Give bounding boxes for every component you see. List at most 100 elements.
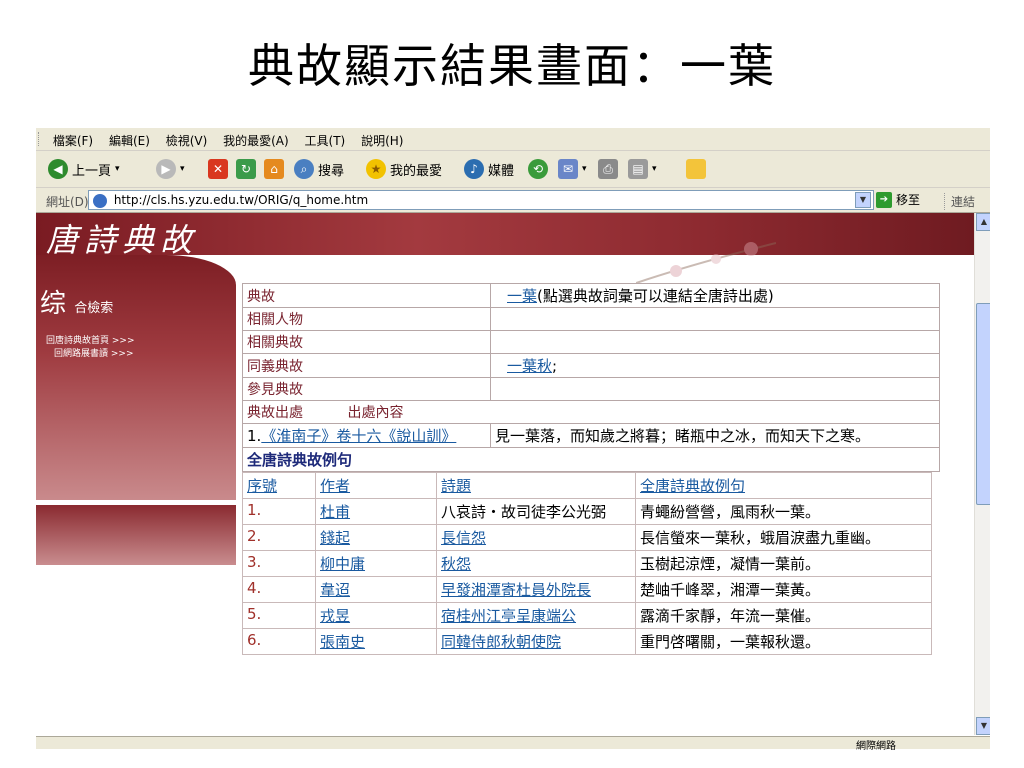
stop-icon: ✕ <box>208 159 228 179</box>
table-row: 3. 柳中庸 秋怨 玉樹起涼煙，凝情一葉前。 <box>242 550 932 577</box>
table-row: 6. 張南史 同韓侍郎秋朝使院 重門啓曙關，一葉報秋還。 <box>242 628 932 655</box>
cell-author-link[interactable]: 錢起 <box>320 529 350 547</box>
sidebar-item-home[interactable]: 回唐詩典故首頁 >>> <box>46 335 134 348</box>
cell-title-link[interactable]: 同韓侍郎秋朝使院 <box>441 633 561 651</box>
menu-favorites[interactable]: 我的最愛(A) <box>217 128 295 149</box>
folder-icon <box>686 159 706 179</box>
cell-author-link[interactable]: 韋迢 <box>320 581 350 599</box>
dianfu-link[interactable]: 一葉 <box>507 287 537 305</box>
forward-button[interactable]: ▶ ▾ <box>156 159 185 179</box>
label-synonym: 同義典故 <box>242 353 491 378</box>
mail-button[interactable]: ✉ ▾ <box>558 159 587 179</box>
site-banner: 唐詩典故 <box>36 213 990 259</box>
cell-line-text: 長信螢來一葉秋，蛾眉淚盡九重幽。 <box>640 529 881 547</box>
table-row: 典故 一葉(點選典故詞彙可以連結全唐詩出處) <box>242 283 940 308</box>
scroll-down-icon[interactable]: ▼ <box>976 717 990 735</box>
go-arrow-icon: ➔ <box>876 191 892 208</box>
print-button[interactable]: ⎙ <box>598 159 618 179</box>
chevron-down-icon: ▾ <box>652 164 657 174</box>
media-icon: ♪ <box>464 159 484 179</box>
table-header-row: 序號 作者 詩題 全唐詩典故例句 <box>242 472 932 499</box>
messenger-button[interactable] <box>686 159 706 179</box>
links-button[interactable]: 連結 <box>944 193 975 210</box>
main-content: 典故 一葉(點選典故詞彙可以連結全唐詩出處) 相關人物 相關典故 同義典故 一葉… <box>242 283 972 655</box>
favorites-button[interactable]: ★ 我的最愛 <box>366 159 442 179</box>
edit-page-icon: ▤ <box>628 159 648 179</box>
menu-file[interactable]: 檔案(F) <box>47 128 99 149</box>
cell-title: 長信怨 <box>436 524 636 551</box>
cell-author-link[interactable]: 戎昱 <box>320 607 350 625</box>
print-icon: ⎙ <box>598 159 618 179</box>
search-logo[interactable]: 综 合檢索 <box>40 283 113 320</box>
cell-index-text: 1. <box>247 501 262 519</box>
cell-index: 5. <box>242 602 316 629</box>
dianfu-note: (點選典故詞彙可以連結全唐詩出處) <box>537 287 774 305</box>
url-text: http://cls.hs.yzu.edu.tw/ORIG/q_home.htm <box>113 193 369 207</box>
star-icon: ★ <box>366 159 386 179</box>
cell-title-link[interactable]: 早發湘潭寄杜員外院長 <box>441 581 591 599</box>
source-header: 典故出處 出處內容 <box>242 400 940 424</box>
table-row: 相關典故 <box>242 330 940 354</box>
dianfu-value: 一葉(點選典故詞彙可以連結全唐詩出處) <box>490 283 940 308</box>
cell-author-link[interactable]: 柳中庸 <box>320 555 365 573</box>
sidebar: 综 合檢索 回唐詩典故首頁 >>> 回網路展書讀 >>> <box>36 255 236 735</box>
cell-index: 2. <box>242 524 316 551</box>
cell-index-text: 3. <box>247 553 262 571</box>
source-text: 見一葉落，而知歲之將暮；睹瓶中之冰，而知天下之寒。 <box>490 423 940 448</box>
cell-line-text: 重門啓曙關，一葉報秋還。 <box>640 633 821 651</box>
sidebar-item-reader[interactable]: 回網路展書讀 >>> <box>46 348 134 361</box>
toolbar: ◀ 上一頁 ▾ ▶ ▾ ✕ ↻ ⌂ ⌕ 搜尋 ★ 我的最愛 ♪ 媒體 ⟲ ✉ ▾… <box>36 151 990 188</box>
cell-title-link[interactable]: 秋怨 <box>441 555 471 573</box>
header-title: 詩題 <box>436 472 636 499</box>
cell-author: 柳中庸 <box>315 550 437 577</box>
scroll-thumb[interactable] <box>976 303 990 505</box>
sidebar-links: 回唐詩典故首頁 >>> 回網路展書讀 >>> <box>46 335 134 361</box>
cell-line: 青蠅紛營營，風雨秋一葉。 <box>635 498 932 525</box>
table-row: 典故出處 出處內容 <box>242 400 940 424</box>
edit-button[interactable]: ▤ ▾ <box>628 159 657 179</box>
menu-help[interactable]: 說明(H) <box>355 128 409 149</box>
go-button[interactable]: ➔ 移至 <box>876 191 920 208</box>
cell-title-link[interactable]: 長信怨 <box>441 529 486 547</box>
cell-line: 楚岫千峰翠，湘潭一葉黃。 <box>635 576 932 603</box>
browser-window: 檔案(F) 編輯(E) 檢視(V) 我的最愛(A) 工具(T) 說明(H) ◀ … <box>36 128 990 752</box>
refresh-icon: ↻ <box>236 159 256 179</box>
synonym-link[interactable]: 一葉秋 <box>507 357 552 375</box>
url-field[interactable]: http://cls.hs.yzu.edu.tw/ORIG/q_home.htm… <box>88 190 874 210</box>
cell-title: 秋怨 <box>436 550 636 577</box>
chevron-down-icon[interactable]: ▼ <box>855 192 871 208</box>
home-button[interactable]: ⌂ <box>264 159 284 179</box>
address-bar: 網址(D) http://cls.hs.yzu.edu.tw/ORIG/q_ho… <box>36 188 990 213</box>
media-button[interactable]: ♪ 媒體 <box>464 159 514 179</box>
cell-author-link[interactable]: 張南史 <box>320 633 365 651</box>
label-dianfu: 典故 <box>242 283 491 308</box>
history-button[interactable]: ⟲ <box>528 159 548 179</box>
label-see-also: 參見典故 <box>242 377 491 401</box>
table-row: 全唐詩典故例句 <box>242 447 940 472</box>
forward-arrow-icon: ▶ <box>156 159 176 179</box>
stop-button[interactable]: ✕ <box>208 159 228 179</box>
cell-title: 宿桂州江亭呈康端公 <box>436 602 636 629</box>
table-row: 5. 戎昱 宿桂州江亭呈康端公 露滴千家靜，年流一葉催。 <box>242 602 932 629</box>
cell-title-link[interactable]: 宿桂州江亭呈康端公 <box>441 607 576 625</box>
menu-view[interactable]: 檢視(V) <box>160 128 214 149</box>
vertical-scrollbar[interactable]: ▲ ▼ <box>974 213 990 735</box>
chevron-down-icon: ▾ <box>180 164 185 174</box>
chevron-down-icon: ▾ <box>115 164 120 174</box>
scroll-up-icon[interactable]: ▲ <box>976 213 990 231</box>
grip-icon <box>38 132 43 146</box>
menu-tools[interactable]: 工具(T) <box>299 128 352 149</box>
cell-line: 露滴千家靜，年流一葉催。 <box>635 602 932 629</box>
cell-index: 4. <box>242 576 316 603</box>
source-ref-link[interactable]: 《淮南子》卷十六《說山訓》 <box>261 427 456 445</box>
header-author: 作者 <box>315 472 437 499</box>
back-button[interactable]: ◀ 上一頁 ▾ <box>48 159 120 179</box>
cell-author: 戎昱 <box>315 602 437 629</box>
table-row: 相關人物 <box>242 307 940 331</box>
refresh-button[interactable]: ↻ <box>236 159 256 179</box>
cell-line: 長信螢來一葉秋，蛾眉淚盡九重幽。 <box>635 524 932 551</box>
search-button[interactable]: ⌕ 搜尋 <box>294 159 344 179</box>
table-row: 1. 杜甫 八哀詩・故司徒李公光弼 青蠅紛營營，風雨秋一葉。 <box>242 498 932 525</box>
cell-author-link[interactable]: 杜甫 <box>320 503 350 521</box>
menu-edit[interactable]: 編輯(E) <box>103 128 156 149</box>
